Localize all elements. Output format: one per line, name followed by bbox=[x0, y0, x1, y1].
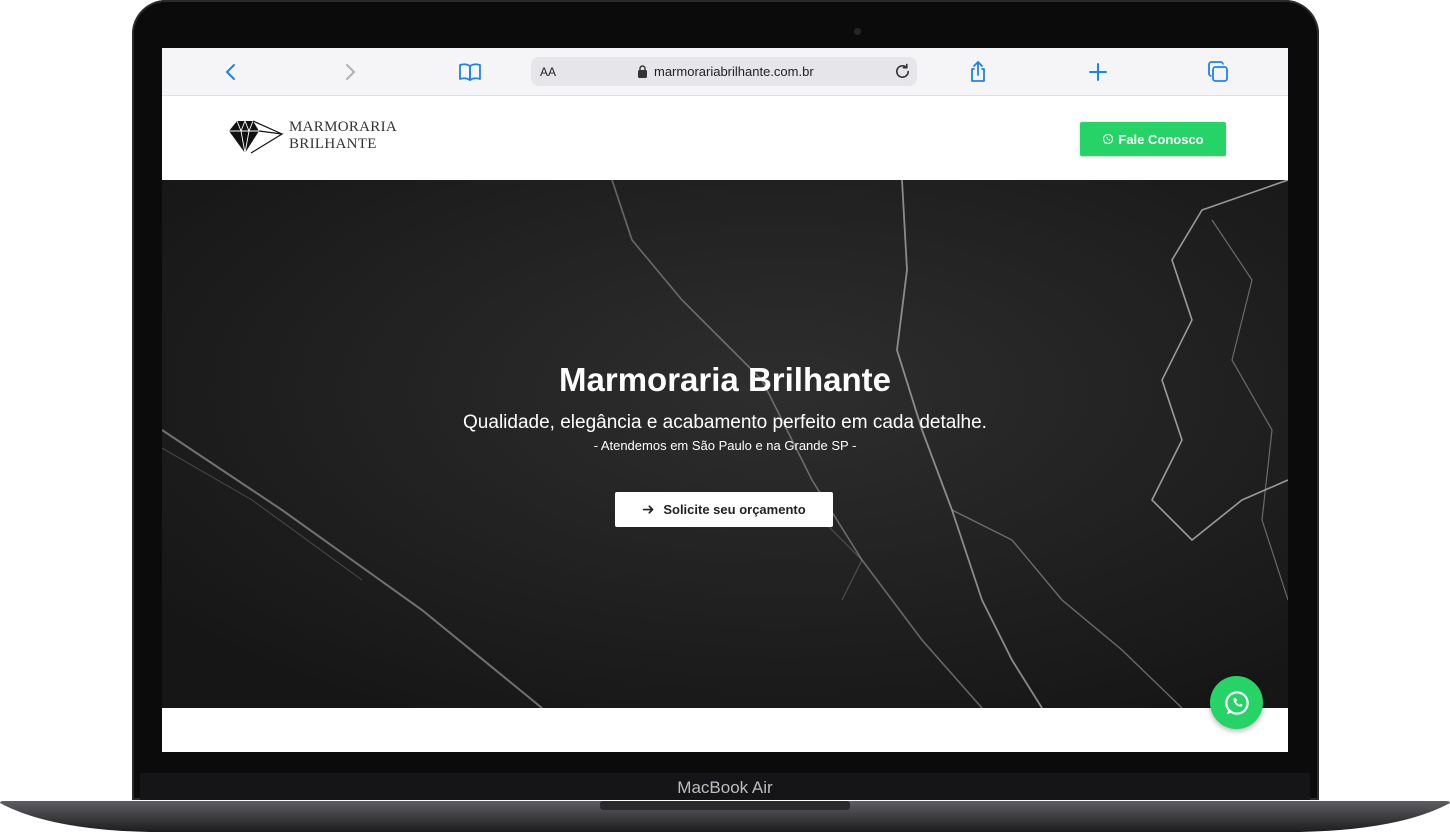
chevron-left-icon[interactable] bbox=[219, 60, 243, 84]
logo-line-1: MARMORARIA bbox=[289, 119, 398, 135]
book-icon[interactable] bbox=[458, 60, 482, 84]
chevron-right-icon[interactable] bbox=[338, 60, 362, 84]
laptop-base bbox=[0, 801, 1450, 832]
hero-service-area: - Atendemos em São Paulo e na Grande SP … bbox=[593, 438, 857, 453]
browser-screen: AA marmorariabrilhante.com.br MARMORARIA… bbox=[162, 48, 1288, 752]
request-quote-label: Solicite seu orçamento bbox=[663, 502, 806, 517]
whatsapp-small-icon bbox=[1103, 133, 1114, 145]
logo-line-2: BRILHANTE bbox=[289, 136, 377, 152]
diamond-logo-icon bbox=[229, 119, 284, 154]
plus-icon[interactable] bbox=[1086, 60, 1110, 84]
address-bar[interactable]: AA marmorariabrilhante.com.br bbox=[531, 57, 917, 86]
tabs-icon[interactable] bbox=[1206, 60, 1230, 84]
camera-dot bbox=[854, 28, 861, 35]
text-size-button[interactable]: AA bbox=[540, 65, 556, 79]
laptop-hinge: MacBook Air bbox=[140, 773, 1310, 800]
device-label: MacBook Air bbox=[677, 778, 773, 797]
fale-conosco-label: Fale Conosco bbox=[1118, 131, 1204, 147]
arrow-right-icon bbox=[643, 505, 654, 514]
hero-subtitle: Qualidade, elegância e acabamento perfei… bbox=[463, 412, 987, 433]
hero-section: Marmoraria Brilhante Qualidade, elegânci… bbox=[162, 180, 1288, 708]
reload-icon[interactable] bbox=[893, 62, 912, 81]
share-icon[interactable] bbox=[966, 60, 990, 84]
lock-icon bbox=[638, 65, 647, 78]
url-text: marmorariabrilhante.com.br bbox=[654, 64, 814, 79]
hero-title: Marmoraria Brilhante bbox=[559, 361, 891, 398]
request-quote-button[interactable]: Solicite seu orçamento bbox=[615, 492, 833, 527]
whatsapp-icon bbox=[1224, 690, 1249, 715]
site-header: MARMORARIA BRILHANTE Fale Conosco bbox=[162, 96, 1288, 180]
whatsapp-floating-button[interactable] bbox=[1210, 676, 1263, 729]
browser-toolbar: AA marmorariabrilhante.com.br bbox=[162, 48, 1288, 96]
logo-text: MARMORARIA BRILHANTE bbox=[289, 119, 397, 153]
fale-conosco-button[interactable]: Fale Conosco bbox=[1080, 122, 1226, 156]
